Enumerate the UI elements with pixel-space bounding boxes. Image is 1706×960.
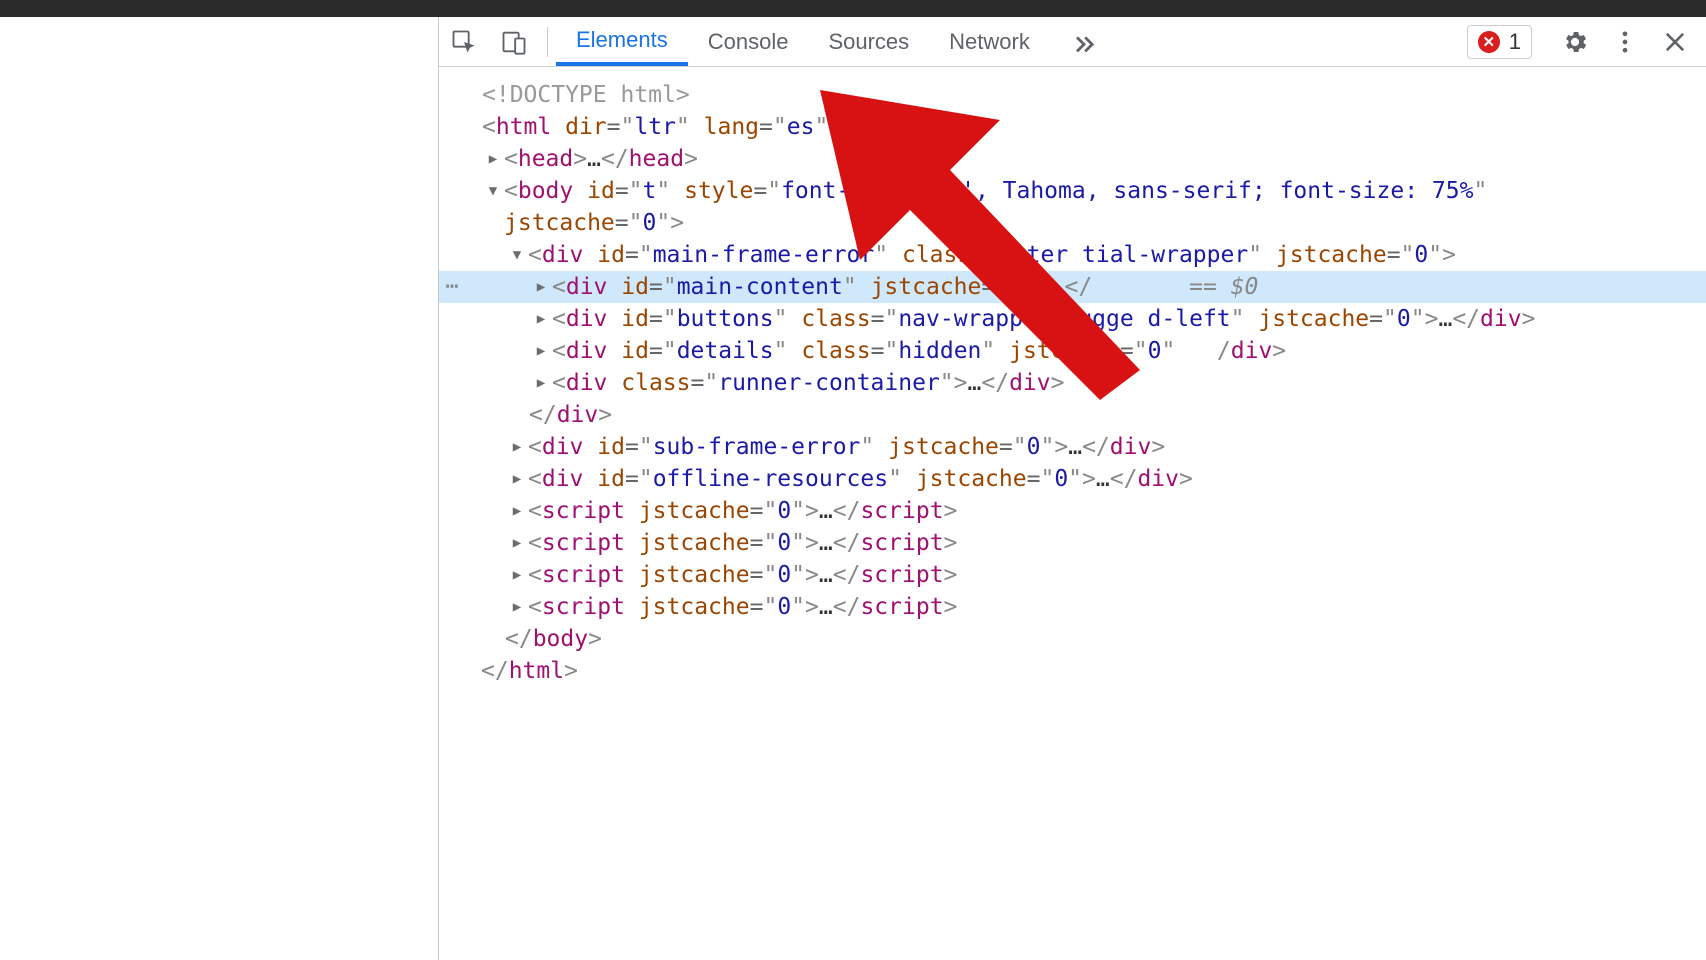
dom-html-open[interactable]: ▶ <html dir="ltr" lang="es" clas: [439, 111, 1706, 143]
more-tabs-icon[interactable]: [1070, 28, 1098, 56]
devtools-tabbar: Elements Console Sources Network ✕ 1: [439, 17, 1706, 67]
dom-body-open[interactable]: ▼ <body id="t" style="font-famil UI', Ta…: [439, 175, 1706, 239]
inspect-icon[interactable]: [450, 28, 478, 56]
dom-script-2[interactable]: ▶ <script jstcache="0">…</script>: [439, 527, 1706, 559]
dom-mfe-close[interactable]: </div>: [439, 399, 1706, 431]
tab-elements[interactable]: Elements: [556, 17, 688, 66]
error-count-badge[interactable]: ✕ 1: [1467, 25, 1532, 59]
kebab-menu-icon[interactable]: [1611, 28, 1639, 56]
dom-details[interactable]: ▶ <div id="details" class="hidden" jstca…: [439, 335, 1706, 367]
error-icon: ✕: [1478, 31, 1500, 53]
dom-body-close[interactable]: </body>: [439, 623, 1706, 655]
tab-console[interactable]: Console: [688, 17, 809, 66]
close-icon[interactable]: [1661, 28, 1689, 56]
dom-runner-container[interactable]: ▶ <div class="runner-container">…</div>: [439, 367, 1706, 399]
device-toggle-icon[interactable]: [500, 28, 528, 56]
separator: [547, 27, 548, 57]
dom-html-close[interactable]: </html>: [439, 655, 1706, 687]
dom-tree[interactable]: ▶ <!DOCTYPE html> ▶ <html dir="ltr" lang…: [439, 67, 1706, 687]
dom-main-content[interactable]: ⋯ ▶ <div id="main-content" jstcache="0">…: [439, 271, 1706, 303]
selected-gutter-icon: ⋯: [439, 271, 463, 303]
dom-script-4[interactable]: ▶ <script jstcache="0">…</script>: [439, 591, 1706, 623]
dom-script-3[interactable]: ▶ <script jstcache="0">…</script>: [439, 559, 1706, 591]
devtools-panel: Elements Console Sources Network ✕ 1: [438, 17, 1706, 960]
page-preview-pane: [0, 17, 438, 960]
tab-network[interactable]: Network: [929, 17, 1050, 66]
error-count: 1: [1509, 29, 1521, 55]
dom-doctype[interactable]: ▶ <!DOCTYPE html>: [439, 79, 1706, 111]
dom-head[interactable]: ▶ <head>…</head>: [439, 143, 1706, 175]
dom-script-1[interactable]: ▶ <script jstcache="0">…</script>: [439, 495, 1706, 527]
dom-sub-frame-error[interactable]: ▶ <div id="sub-frame-error" jstcache="0"…: [439, 431, 1706, 463]
browser-chrome-strip: [0, 0, 1706, 17]
tab-sources[interactable]: Sources: [808, 17, 929, 66]
dom-offline-resources[interactable]: ▶ <div id="offline-resources" jstcache="…: [439, 463, 1706, 495]
settings-icon[interactable]: [1561, 28, 1589, 56]
dom-main-frame-error[interactable]: ▼ <div id="main-frame-error" class="inte…: [439, 239, 1706, 271]
dom-buttons[interactable]: ▶ <div id="buttons" class="nav-wrapper s…: [439, 303, 1706, 335]
